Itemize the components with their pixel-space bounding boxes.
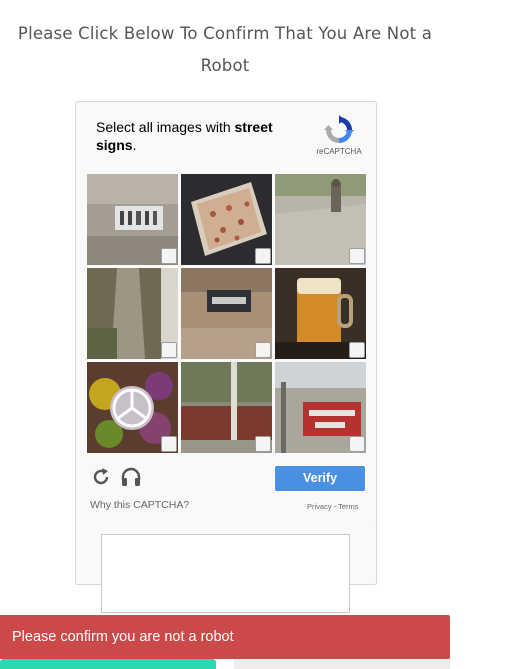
prompt-text: Select all images with — [96, 119, 235, 135]
image-tile[interactable] — [275, 174, 366, 265]
tile-checkbox[interactable] — [255, 436, 271, 452]
error-alert: Please confirm you are not a robot — [0, 615, 450, 659]
tile-checkbox[interactable] — [255, 342, 271, 358]
audio-challenge-icon[interactable] — [120, 466, 142, 488]
image-tile[interactable] — [87, 174, 178, 265]
image-tile[interactable] — [181, 268, 272, 359]
page-heading: Please Click Below To Confirm That You A… — [17, 24, 433, 75]
image-tile[interactable] — [181, 174, 272, 265]
reload-icon[interactable] — [90, 466, 112, 488]
challenge-prompt: Select all images with street signs. — [96, 118, 306, 154]
tile-checkbox[interactable] — [349, 436, 365, 452]
legal-links: Privacy - Terms — [307, 502, 359, 511]
tile-checkbox[interactable] — [161, 436, 177, 452]
verify-button[interactable]: Verify — [275, 466, 365, 491]
image-tile[interactable] — [87, 362, 178, 453]
tile-checkbox[interactable] — [161, 342, 177, 358]
image-grid — [87, 174, 366, 453]
image-tile[interactable] — [275, 268, 366, 359]
tile-checkbox[interactable] — [349, 342, 365, 358]
tile-checkbox[interactable] — [161, 248, 177, 264]
tile-checkbox[interactable] — [255, 248, 271, 264]
captcha-response-field[interactable] — [101, 534, 350, 613]
image-tile[interactable] — [275, 362, 366, 453]
secondary-button[interactable] — [234, 659, 450, 669]
submit-button[interactable] — [0, 659, 216, 669]
recaptcha-challenge: Select all images with street signs. reC… — [75, 101, 377, 524]
recaptcha-logo: reCAPTCHA — [308, 114, 370, 156]
privacy-link[interactable]: Privacy — [307, 502, 332, 511]
recaptcha-brand-label: reCAPTCHA — [316, 147, 362, 156]
image-tile[interactable] — [181, 362, 272, 453]
why-captcha-link[interactable]: Why this CAPTCHA? — [90, 499, 189, 511]
recaptcha-logo-icon — [324, 115, 354, 143]
prompt-period: . — [132, 137, 137, 153]
tile-checkbox[interactable] — [349, 248, 365, 264]
image-tile[interactable] — [87, 268, 178, 359]
terms-link[interactable]: Terms — [338, 502, 358, 511]
